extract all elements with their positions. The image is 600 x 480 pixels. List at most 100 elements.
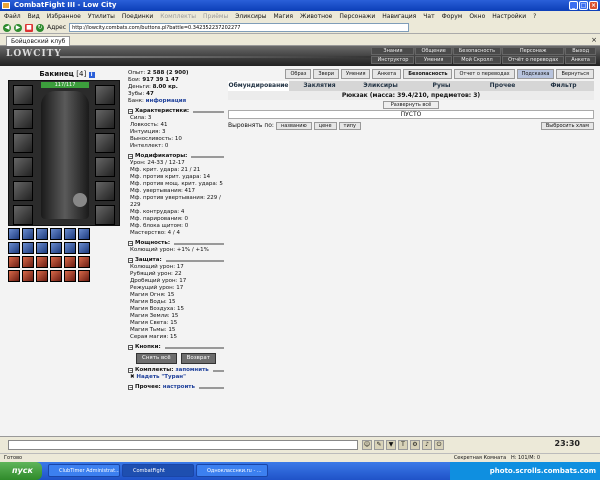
menu-item[interactable]: Избранное (47, 11, 81, 22)
belt-slot[interactable] (13, 181, 33, 201)
chat-input[interactable] (8, 440, 358, 450)
top-menu-item[interactable]: Выход (565, 47, 596, 55)
section-header[interactable]: − Кнопки: (128, 344, 224, 351)
collapse-icon[interactable]: − (128, 258, 133, 264)
elixir-slot[interactable] (22, 270, 34, 282)
section-header[interactable]: − Модификаторы: (128, 153, 224, 160)
inventory-tab[interactable]: Прочее (472, 81, 533, 91)
translit-icon[interactable]: T (398, 440, 408, 450)
elixir-slot[interactable] (36, 270, 48, 282)
inventory-tab[interactable]: Обмундирование (228, 81, 289, 91)
top-menu-item[interactable]: Знания (371, 47, 415, 55)
offhand-slot[interactable] (95, 133, 115, 153)
elixir-slot[interactable] (50, 270, 62, 282)
taskbar-task[interactable]: Однокласснки.ru - ... (196, 464, 268, 477)
browser-tab[interactable]: Бойцовский клуб (6, 36, 71, 46)
collapse-icon[interactable]: − (128, 154, 133, 160)
info-icon[interactable]: i (88, 72, 95, 78)
shield-slot[interactable] (95, 181, 115, 201)
section-header[interactable]: − Комплекты: запомнить (128, 367, 224, 374)
stop-icon[interactable]: ■ (25, 23, 33, 32)
set-item-link[interactable]: Надеть "Туран" (136, 374, 186, 380)
inventory-tab[interactable]: Руны (411, 81, 472, 91)
rune-slot[interactable] (78, 256, 90, 268)
settings-icon[interactable]: ⚙ (410, 440, 420, 450)
section-header[interactable]: − Прочее: настроить (128, 384, 224, 391)
top-menu-item[interactable]: Отчёт о переводах (502, 56, 565, 64)
sets-remember-link[interactable]: запомнить (175, 367, 208, 374)
menu-item[interactable]: Утилиты (88, 11, 115, 22)
pet-avatar[interactable] (73, 193, 87, 207)
scroll-slot[interactable] (36, 228, 48, 240)
rune-slot[interactable] (64, 256, 76, 268)
inventory-nav-button[interactable]: Образ (285, 69, 312, 79)
top-menu-item[interactable]: Мой Скролл (452, 56, 502, 64)
scroll-slot[interactable] (22, 228, 34, 240)
sort-button[interactable]: типу (338, 121, 361, 130)
rune-slot[interactable] (8, 256, 20, 268)
bank-link[interactable]: информация (146, 98, 187, 104)
top-menu-item[interactable]: Общение (415, 47, 452, 55)
elixir-slot[interactable] (8, 270, 20, 282)
menu-item[interactable]: Приёмы (203, 11, 228, 22)
scroll-slot[interactable] (8, 242, 20, 254)
expand-all-button[interactable]: Развернуть всё (383, 101, 439, 109)
collapse-icon[interactable]: − (128, 241, 133, 247)
inventory-tab[interactable]: Фильтр (533, 81, 594, 91)
armor-slot[interactable] (13, 157, 33, 177)
gloves-slot[interactable] (95, 157, 115, 177)
filter-icon[interactable]: ▼ (386, 440, 396, 450)
inventory-nav-button[interactable]: Анкета (372, 69, 402, 79)
section-header[interactable]: − Характеристики: (128, 108, 224, 115)
menu-item[interactable]: Животное (300, 11, 332, 22)
inventory-nav-button[interactable]: Подсказка (516, 69, 555, 79)
menu-item[interactable]: Вид (28, 11, 40, 22)
remove-all-button[interactable]: Снять всё (136, 353, 177, 364)
exit-icon[interactable]: ⏻ (434, 440, 444, 450)
menu-item[interactable]: Эликсиры (235, 11, 266, 22)
inventory-nav-button[interactable]: Отчет о переводах (454, 69, 515, 79)
menu-item[interactable]: Окно (469, 11, 485, 22)
menu-item[interactable]: Форум (442, 11, 463, 22)
section-header[interactable]: − Мощность: (128, 240, 224, 247)
minimize-icon[interactable]: _ (569, 1, 578, 10)
elixir-slot[interactable] (64, 270, 76, 282)
tab-close-icon[interactable]: × (591, 36, 597, 44)
top-menu-item[interactable]: Анкета (565, 56, 596, 64)
close-icon[interactable]: × (589, 1, 598, 10)
character-name[interactable]: Бакинец (39, 70, 74, 78)
weapon-slot[interactable] (13, 133, 33, 153)
helmet-slot[interactable] (13, 85, 33, 105)
collapse-icon[interactable]: − (128, 109, 133, 115)
collapse-icon[interactable]: − (128, 345, 133, 351)
scroll-slot[interactable] (8, 228, 20, 240)
taskbar-task[interactable]: ClubTimer Administrat... (48, 464, 120, 477)
start-button[interactable]: пуск (0, 462, 42, 480)
maximize-icon[interactable]: □ (579, 1, 588, 10)
scroll-slot[interactable] (78, 242, 90, 254)
forward-icon[interactable]: ▶ (14, 23, 22, 32)
menu-item[interactable]: Файл (4, 11, 21, 22)
earring-slot[interactable] (95, 85, 115, 105)
menu-item[interactable]: Навигация (382, 11, 416, 22)
scroll-slot[interactable] (78, 228, 90, 240)
menu-item[interactable]: ? (533, 11, 536, 22)
other-configure-link[interactable]: настроить (163, 384, 195, 391)
top-menu-item[interactable]: Инструктор (371, 56, 415, 64)
menu-item[interactable]: Поединки (122, 11, 153, 22)
url-input[interactable] (69, 23, 410, 32)
scroll-slot[interactable] (50, 228, 62, 240)
sound-icon[interactable]: ♪ (422, 440, 432, 450)
section-header[interactable]: − Защита: (128, 257, 224, 264)
amulet-slot[interactable] (13, 109, 33, 129)
scroll-slot[interactable] (64, 242, 76, 254)
rune-slot[interactable] (36, 256, 48, 268)
rune-slot[interactable] (50, 256, 62, 268)
collapse-icon[interactable]: − (128, 385, 133, 391)
top-menu-item[interactable]: Персонаж (502, 47, 565, 55)
throw-junk-button[interactable]: Выбросить хлам (540, 121, 594, 130)
bracer-slot[interactable] (95, 109, 115, 129)
collapse-icon[interactable]: − (128, 368, 133, 374)
boots-slot[interactable] (13, 205, 33, 225)
scroll-slot[interactable] (36, 242, 48, 254)
